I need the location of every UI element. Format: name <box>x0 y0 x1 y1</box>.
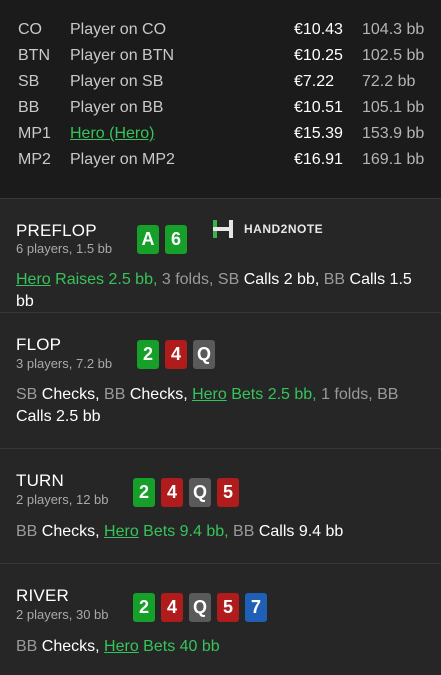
street-flop: FLOP 3 players, 7.2 bb 2 4 Q SB Checks, … <box>0 312 441 449</box>
card: A <box>137 225 159 254</box>
hand2note-logo: HAND2NOTE <box>212 218 323 240</box>
card: 5 <box>217 478 239 507</box>
street-title: RIVER <box>16 586 69 605</box>
player-stack: €10.51 <box>294 99 343 116</box>
player-stack: €10.25 <box>294 47 343 64</box>
street-title: PREFLOP <box>16 221 97 240</box>
player-stack-bb: 72.2 bb <box>362 73 416 90</box>
card: 4 <box>161 593 183 622</box>
action-text: Checks, <box>37 638 100 655</box>
street-subtitle: 2 players, 12 bb <box>16 492 109 507</box>
player-label: BB <box>372 386 399 403</box>
player-position: MP1 <box>18 125 51 142</box>
player-stack-bb: 104.3 bb <box>362 21 425 38</box>
street-title: FLOP <box>16 335 62 354</box>
action-text: Checks, <box>37 523 100 540</box>
player-position: BB <box>18 99 40 116</box>
action-text: Calls 9.4 bb <box>254 523 344 540</box>
player-stack: €7.22 <box>294 73 335 90</box>
hand2note-logo-icon <box>213 220 233 238</box>
card: Q <box>193 340 215 369</box>
player-label: BB <box>319 271 346 288</box>
street-actions: BB Checks, Hero Bets 9.4 bb, BB Calls 9.… <box>16 521 426 543</box>
action-text: Calls 2 bb, <box>239 271 320 288</box>
hero-link[interactable]: Hero <box>104 523 139 540</box>
hero-action: Bets 2.5 bb, <box>226 386 317 403</box>
board-cards: 2 4 Q <box>137 340 215 369</box>
card: Q <box>189 593 211 622</box>
card: 2 <box>137 340 159 369</box>
card: 5 <box>217 593 239 622</box>
street-actions: BB Checks, Hero Bets 40 bb <box>16 636 426 658</box>
board-cards: 2 4 Q 5 <box>133 478 239 507</box>
player-row: SB Player on SB €7.22 72.2 bb <box>0 69 441 95</box>
street-subtitle: 3 players, 7.2 bb <box>16 356 113 371</box>
player-name: Player on CO <box>70 21 167 38</box>
street-title: TURN <box>16 471 65 490</box>
hero-action: Bets 9.4 bb, <box>138 523 229 540</box>
hero-link[interactable]: Hero <box>104 638 139 655</box>
player-label: SB <box>213 271 240 288</box>
player-name: Player on BB <box>70 99 164 116</box>
card: 2 <box>133 593 155 622</box>
player-label: BB <box>228 523 255 540</box>
card: 6 <box>165 225 187 254</box>
street-preflop: PREFLOP 6 players, 1.5 bb A 6 Hero Raise… <box>0 198 441 313</box>
player-label: BB <box>99 386 126 403</box>
action-text: Calls 2.5 bb <box>16 408 101 425</box>
action-text: 1 folds, <box>316 386 373 403</box>
hero-player-link[interactable]: Hero (Hero) <box>70 121 154 147</box>
street-subtitle: 6 players, 1.5 bb <box>16 241 113 256</box>
hero-link[interactable]: Hero <box>192 386 227 403</box>
action-text: Checks, <box>37 386 100 403</box>
action-text: 3 folds, <box>157 271 214 288</box>
player-stack-bb: 169.1 bb <box>362 151 425 168</box>
player-label: SB <box>16 386 38 403</box>
street-subtitle: 2 players, 30 bb <box>16 607 109 622</box>
card: 4 <box>165 340 187 369</box>
street-turn: TURN 2 players, 12 bb 2 4 Q 5 BB Checks,… <box>0 448 441 564</box>
action-text: Checks, <box>125 386 188 403</box>
player-position: BTN <box>18 47 50 64</box>
player-name: Player on MP2 <box>70 151 175 168</box>
card: Q <box>189 478 211 507</box>
player-name: Player on SB <box>70 73 164 90</box>
player-position: CO <box>18 21 42 38</box>
hero-action: Bets 40 bb <box>138 638 220 655</box>
player-position: MP2 <box>18 151 51 168</box>
logo-text: HAND2NOTE <box>244 222 324 236</box>
card: 2 <box>133 478 155 507</box>
player-row: CO Player on CO €10.43 104.3 bb <box>0 17 441 43</box>
player-row-hero: MP1 Hero (Hero) €15.39 153.9 bb <box>0 121 441 147</box>
player-stack: €10.43 <box>294 21 343 38</box>
player-stack-bb: 153.9 bb <box>362 125 425 142</box>
board-cards: 2 4 Q 5 7 <box>133 593 267 622</box>
player-row: BB Player on BB €10.51 105.1 bb <box>0 95 441 121</box>
player-stack-bb: 102.5 bb <box>362 47 425 64</box>
player-stack: €16.91 <box>294 151 343 168</box>
hero-link[interactable]: Hero <box>16 271 51 288</box>
hero-action: Raises 2.5 bb, <box>50 271 158 288</box>
player-stack: €15.39 <box>294 125 343 142</box>
hole-cards: A 6 <box>137 225 187 254</box>
player-row: BTN Player on BTN €10.25 102.5 bb <box>0 43 441 69</box>
player-position: SB <box>18 73 40 90</box>
player-row: MP2 Player on MP2 €16.91 169.1 bb <box>0 147 441 173</box>
street-river: RIVER 2 players, 30 bb 2 4 Q 5 7 BB Chec… <box>0 563 441 675</box>
card: 4 <box>161 478 183 507</box>
player-label: BB <box>16 638 38 655</box>
street-actions: Hero Raises 2.5 bb, 3 folds, SB Calls 2 … <box>16 269 426 313</box>
player-label: BB <box>16 523 38 540</box>
street-actions: SB Checks, BB Checks, Hero Bets 2.5 bb, … <box>16 384 426 428</box>
player-name: Player on BTN <box>70 47 175 64</box>
players-table: CO Player on CO €10.43 104.3 bb BTN Play… <box>0 0 441 199</box>
card: 7 <box>245 593 267 622</box>
player-stack-bb: 105.1 bb <box>362 99 425 116</box>
